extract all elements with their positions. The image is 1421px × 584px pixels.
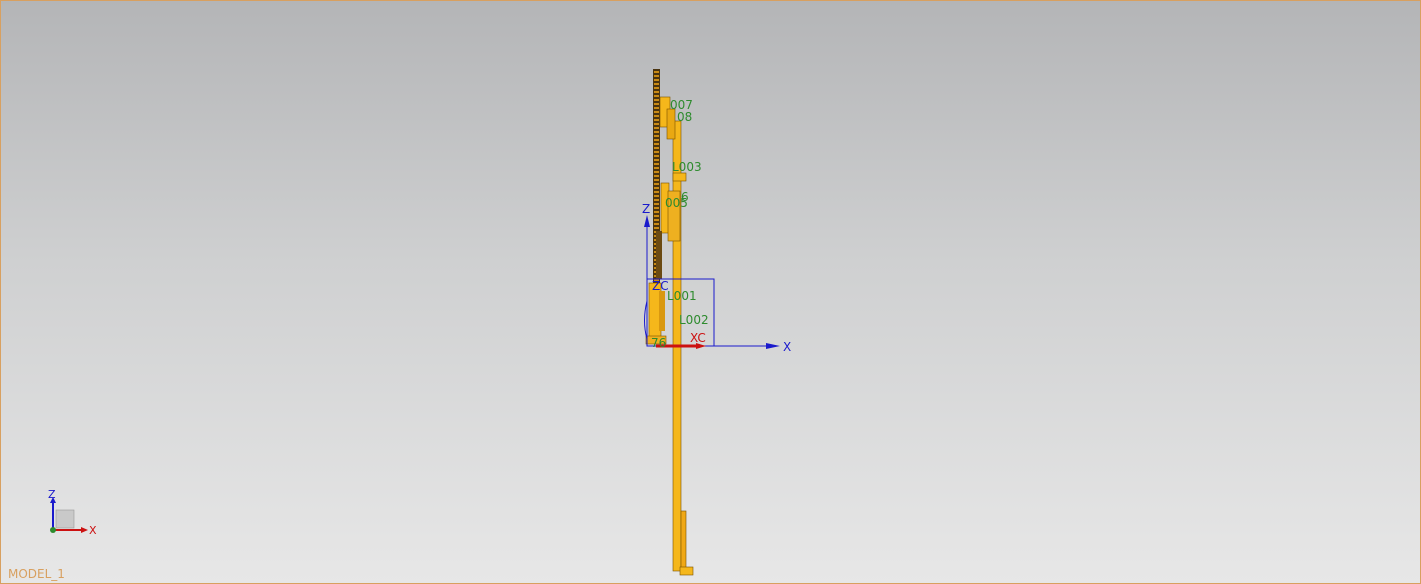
gear-tooth (654, 131, 659, 133)
gear-tooth (654, 227, 659, 229)
gear-tooth (654, 79, 659, 81)
wcs-z-label: Z (642, 202, 650, 216)
wcs-xc-label: XC (690, 331, 706, 345)
triad-x-label: X (89, 524, 97, 537)
gear-tooth (654, 219, 659, 221)
part-label[interactable]: 76 (651, 336, 666, 350)
gear-tooth (654, 83, 659, 85)
gear-tooth (654, 159, 659, 161)
gear-tooth (654, 171, 659, 173)
gear-tooth (654, 187, 659, 189)
gear-tooth (654, 95, 659, 97)
part-label[interactable]: 08 (677, 110, 692, 124)
gear-tooth (654, 91, 659, 93)
gear-tooth (654, 115, 659, 117)
gear-tooth (654, 147, 659, 149)
gear-tooth (654, 75, 659, 77)
gear-tooth (654, 135, 659, 137)
gear-tooth (654, 71, 659, 73)
part-label[interactable]: L002 (679, 313, 709, 327)
gear-tooth (654, 127, 659, 129)
gear-tooth (654, 207, 659, 209)
gear-tooth (654, 211, 659, 213)
gear-tooth (654, 103, 659, 105)
gear-tooth (654, 183, 659, 185)
gear-tooth (654, 111, 659, 113)
gear-tooth (654, 203, 659, 205)
gear-tooth (654, 107, 659, 109)
gear-tooth (654, 123, 659, 125)
gear-tooth (654, 191, 659, 193)
gear-tooth (654, 155, 659, 157)
gear-tooth (654, 119, 659, 121)
gear-tooth (654, 179, 659, 181)
gear-tooth (654, 99, 659, 101)
model-scene[interactable]: Z X ZC XC 007 08 L003 6 005 L001 L002 76… (1, 1, 1420, 583)
graphics-window[interactable]: Z X ZC XC 007 08 L003 6 005 L001 L002 76… (0, 0, 1421, 584)
part-label[interactable]: L003 (672, 160, 702, 174)
gear-tooth (654, 139, 659, 141)
gear-tooth (654, 167, 659, 169)
part-label[interactable]: 005 (665, 196, 688, 210)
view-triad (50, 497, 88, 533)
triad-z-label: Z (48, 488, 56, 501)
gear-tooth (654, 87, 659, 89)
gear-tooth (654, 199, 659, 201)
gear-tooth (654, 151, 659, 153)
model-name-label: MODEL_1 (8, 567, 65, 581)
wcs-x-label: X (783, 340, 791, 354)
gear-tooth (654, 163, 659, 165)
gear-tooth (654, 223, 659, 225)
gear-tooth (654, 215, 659, 217)
gear-tooth (654, 143, 659, 145)
gear-tooth (654, 175, 659, 177)
gear-tooth (654, 195, 659, 197)
part-label[interactable]: L001 (667, 289, 697, 303)
